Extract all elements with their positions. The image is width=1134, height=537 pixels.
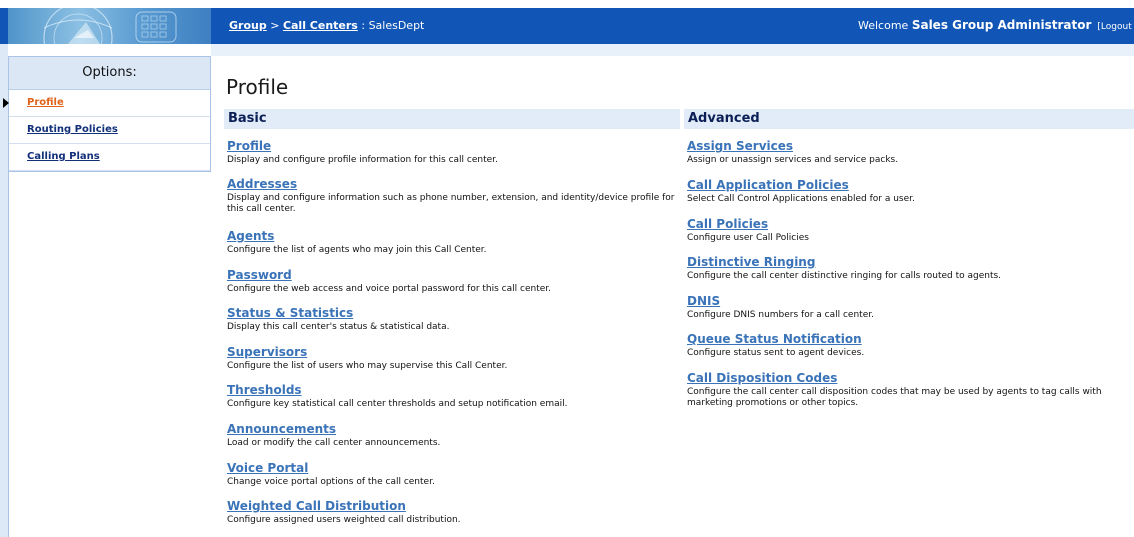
distinctive-ringing-description: Configure the call center distinctive ri…	[687, 271, 1002, 281]
content-top-band	[211, 44, 1134, 56]
list-item: Weighted Call Distribution Configure ass…	[227, 498, 679, 534]
list-item: Announcements Load or modify the call ce…	[227, 421, 679, 460]
call-policies-description: Configure user Call Policies	[687, 233, 809, 243]
list-item: Password Configure the web access and vo…	[227, 267, 679, 305]
list-item: Voice Portal Change voice portal options…	[227, 460, 679, 498]
call-policies-link[interactable]: Call Policies	[687, 216, 1127, 232]
list-item: Profile Display and configure profile in…	[227, 138, 679, 176]
sidebar-item-calling-plans[interactable]: Calling Plans	[9, 144, 210, 171]
distinctive-ringing-link[interactable]: Distinctive Ringing	[687, 254, 1127, 270]
current-arrow-icon	[3, 98, 9, 108]
advanced-section-heading: Advanced	[684, 109, 1134, 129]
list-item: Call Policies Configure user Call Polici…	[687, 216, 1127, 254]
sidebar-item-label[interactable]: Profile	[27, 97, 64, 108]
call-application-policies-link[interactable]: Call Application Policies	[687, 177, 1127, 193]
list-item: Supervisors Configure the list of users …	[227, 344, 679, 382]
weighted-call-distribution-link[interactable]: Weighted Call Distribution	[227, 498, 679, 514]
options-sidebar: Options: Profile Routing Policies Callin…	[3, 56, 211, 172]
page-title: Profile	[226, 75, 289, 99]
dnis-link[interactable]: DNIS	[687, 293, 1127, 309]
status-statistics-link[interactable]: Status & Statistics	[227, 305, 679, 321]
breadcrumb-current: SalesDept	[368, 19, 425, 32]
list-item: Thresholds Configure key statistical cal…	[227, 382, 679, 421]
password-description: Configure the web access and voice porta…	[227, 284, 551, 294]
left-gutter	[0, 44, 8, 537]
voice-portal-description: Change voice portal options of the call …	[227, 477, 435, 487]
list-item: Call Application Policies Select Call Co…	[687, 177, 1127, 216]
queue-status-notification-link[interactable]: Queue Status Notification	[687, 331, 1127, 347]
sidebar-item-routing-policies[interactable]: Routing Policies	[9, 117, 210, 144]
basic-section-heading: Basic	[224, 109, 680, 129]
sidebar-item-label[interactable]: Routing Policies	[27, 124, 118, 135]
list-item: Agents Configure the list of agents who …	[227, 228, 679, 267]
header-bar: Group > Call Centers : SalesDept Welcome…	[0, 8, 1134, 44]
assign-services-description: Assign or unassign services and service …	[687, 155, 899, 165]
sidebar-item-label[interactable]: Calling Plans	[27, 151, 100, 162]
agents-description: Configure the list of agents who may joi…	[227, 245, 487, 255]
announcements-link[interactable]: Announcements	[227, 421, 679, 437]
list-item: Addresses Display and configure informat…	[227, 176, 679, 228]
options-heading: Options:	[9, 57, 210, 90]
dnis-description: Configure DNIS numbers for a call center…	[687, 310, 874, 320]
thresholds-description: Configure key statistical call center th…	[227, 399, 568, 409]
thresholds-link[interactable]: Thresholds	[227, 382, 679, 398]
sidebar-spacer	[8, 172, 211, 537]
breadcrumb-group-link[interactable]: Group	[229, 19, 267, 32]
welcome-message: Welcome Sales Group Administrator [Logout	[858, 18, 1132, 32]
profile-description: Display and configure profile informatio…	[227, 155, 498, 165]
basic-options-list: Profile Display and configure profile in…	[227, 138, 679, 534]
status-statistics-description: Display this call center's status & stat…	[227, 322, 450, 332]
list-item: DNIS Configure DNIS numbers for a call c…	[687, 293, 1127, 331]
call-disposition-codes-link[interactable]: Call Disposition Codes	[687, 370, 1127, 386]
globe-keypad-icon	[43, 8, 177, 44]
addresses-link[interactable]: Addresses	[227, 176, 679, 192]
addresses-description: Display and configure information such a…	[227, 193, 675, 214]
welcome-prefix: Welcome	[858, 19, 912, 32]
user-name: Sales Group Administrator	[911, 18, 1092, 32]
voice-portal-link[interactable]: Voice Portal	[227, 460, 679, 476]
list-item: Status & Statistics Display this call ce…	[227, 305, 679, 344]
list-item: Distinctive Ringing Configure the call c…	[687, 254, 1127, 293]
supervisors-link[interactable]: Supervisors	[227, 344, 679, 360]
top-strip	[0, 0, 1134, 8]
list-item: Queue Status Notification Configure stat…	[687, 331, 1127, 370]
breadcrumb-call-centers-link[interactable]: Call Centers	[283, 19, 358, 32]
list-item: Assign Services Assign or unassign servi…	[687, 138, 1127, 177]
breadcrumb: Group > Call Centers : SalesDept	[229, 19, 424, 32]
advanced-options-list: Assign Services Assign or unassign servi…	[687, 138, 1127, 420]
weighted-call-distribution-description: Configure assigned users weighted call d…	[227, 515, 461, 525]
brand-logo	[8, 8, 211, 44]
list-item: Call Disposition Codes Configure the cal…	[687, 370, 1127, 420]
breadcrumb-colon: :	[357, 19, 369, 32]
profile-link[interactable]: Profile	[227, 138, 679, 154]
agents-link[interactable]: Agents	[227, 228, 679, 244]
call-application-policies-description: Select Call Control Applications enabled…	[687, 194, 915, 204]
supervisors-description: Configure the list of users who may supe…	[227, 361, 508, 371]
password-link[interactable]: Password	[227, 267, 679, 283]
queue-status-notification-description: Configure status sent to agent devices.	[687, 348, 865, 358]
announcements-description: Load or modify the call center announcem…	[227, 438, 441, 448]
assign-services-link[interactable]: Assign Services	[687, 138, 1127, 154]
logout-link[interactable]: [Logout	[1097, 22, 1131, 32]
call-disposition-codes-description: Configure the call center call dispositi…	[687, 387, 1102, 408]
breadcrumb-separator: >	[266, 19, 283, 32]
sidebar-item-profile[interactable]: Profile	[3, 90, 210, 117]
